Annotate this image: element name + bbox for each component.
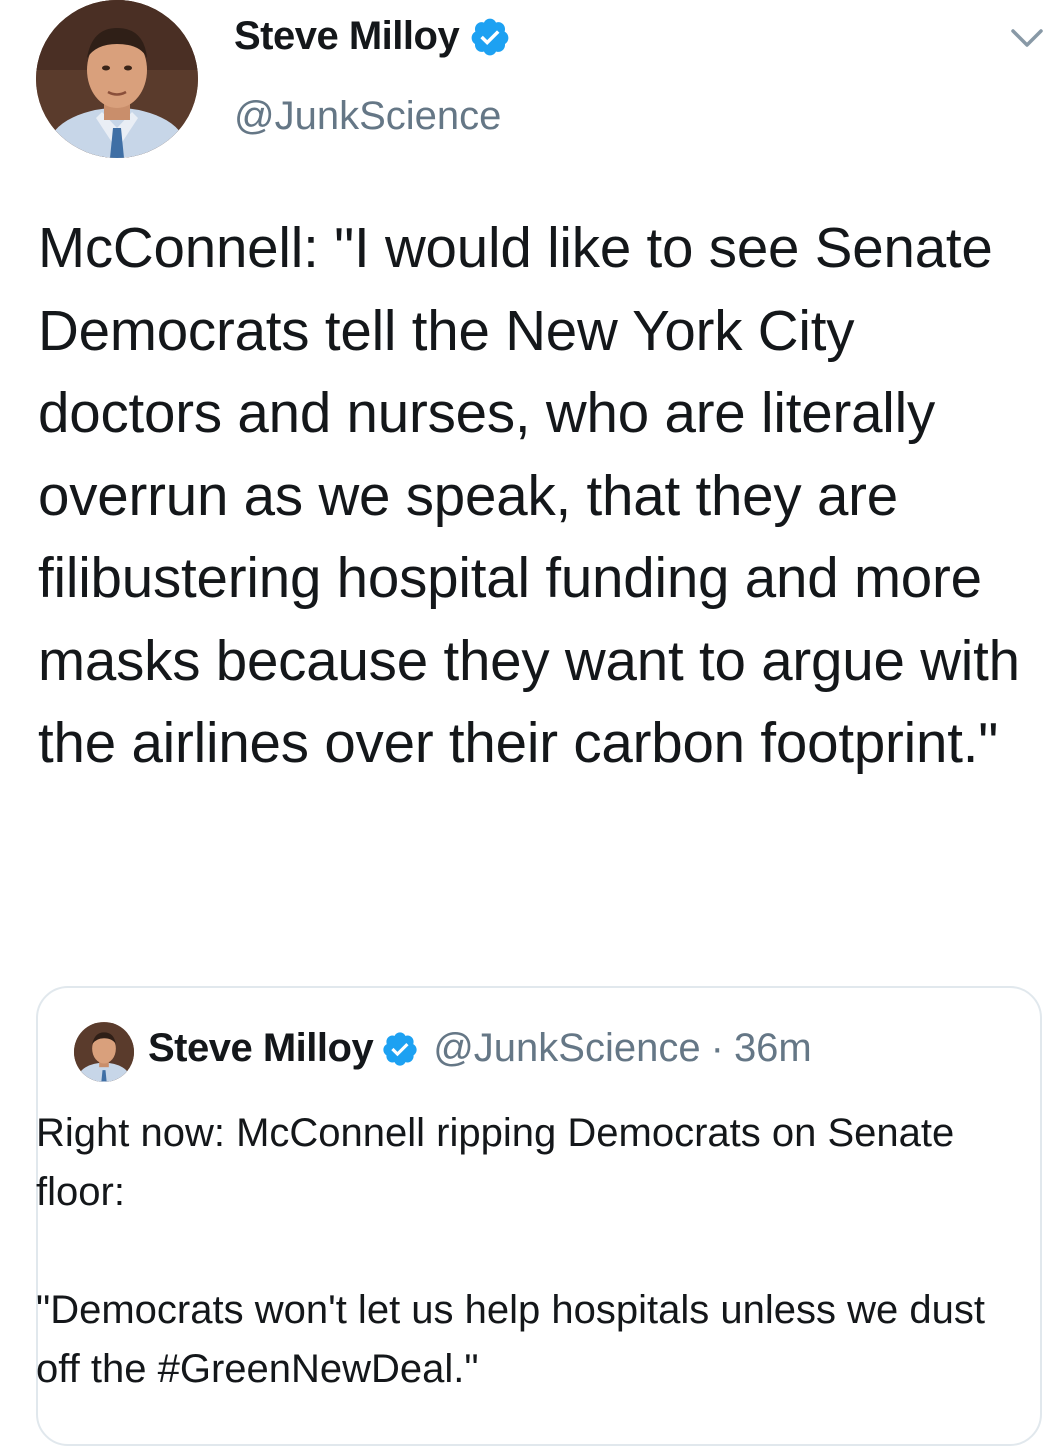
author-avatar[interactable]: [36, 0, 198, 158]
quoted-author-handle: @JunkScience: [433, 1026, 701, 1070]
chevron-down-icon[interactable]: [1010, 28, 1044, 50]
quoted-author-name: Steve Milloy: [148, 1026, 374, 1070]
quoted-tweet-text: Right now: McConnell ripping Democrats o…: [36, 1111, 985, 1391]
author-name[interactable]: Steve Milloy: [234, 14, 511, 59]
quoted-author-avatar: [74, 1022, 134, 1082]
tweet: Steve Milloy @JunkScience McConnell: "I …: [0, 0, 1046, 1446]
quoted-tweet-header: Steve Milloy @JunkScience · 36m: [148, 1026, 812, 1071]
author-name-label: Steve Milloy: [234, 14, 460, 58]
header-separator: ·: [710, 1026, 724, 1070]
tweet-text: McConnell: "I would like to see Senate D…: [38, 216, 1036, 774]
verified-badge-icon: [469, 16, 511, 58]
profile-photo-icon: [36, 0, 198, 158]
author-handle[interactable]: @JunkScience: [234, 94, 501, 139]
quoted-tweet-timestamp[interactable]: 36m: [734, 1026, 812, 1071]
verified-badge-icon: [381, 1030, 419, 1068]
profile-photo-icon: [74, 1022, 134, 1082]
